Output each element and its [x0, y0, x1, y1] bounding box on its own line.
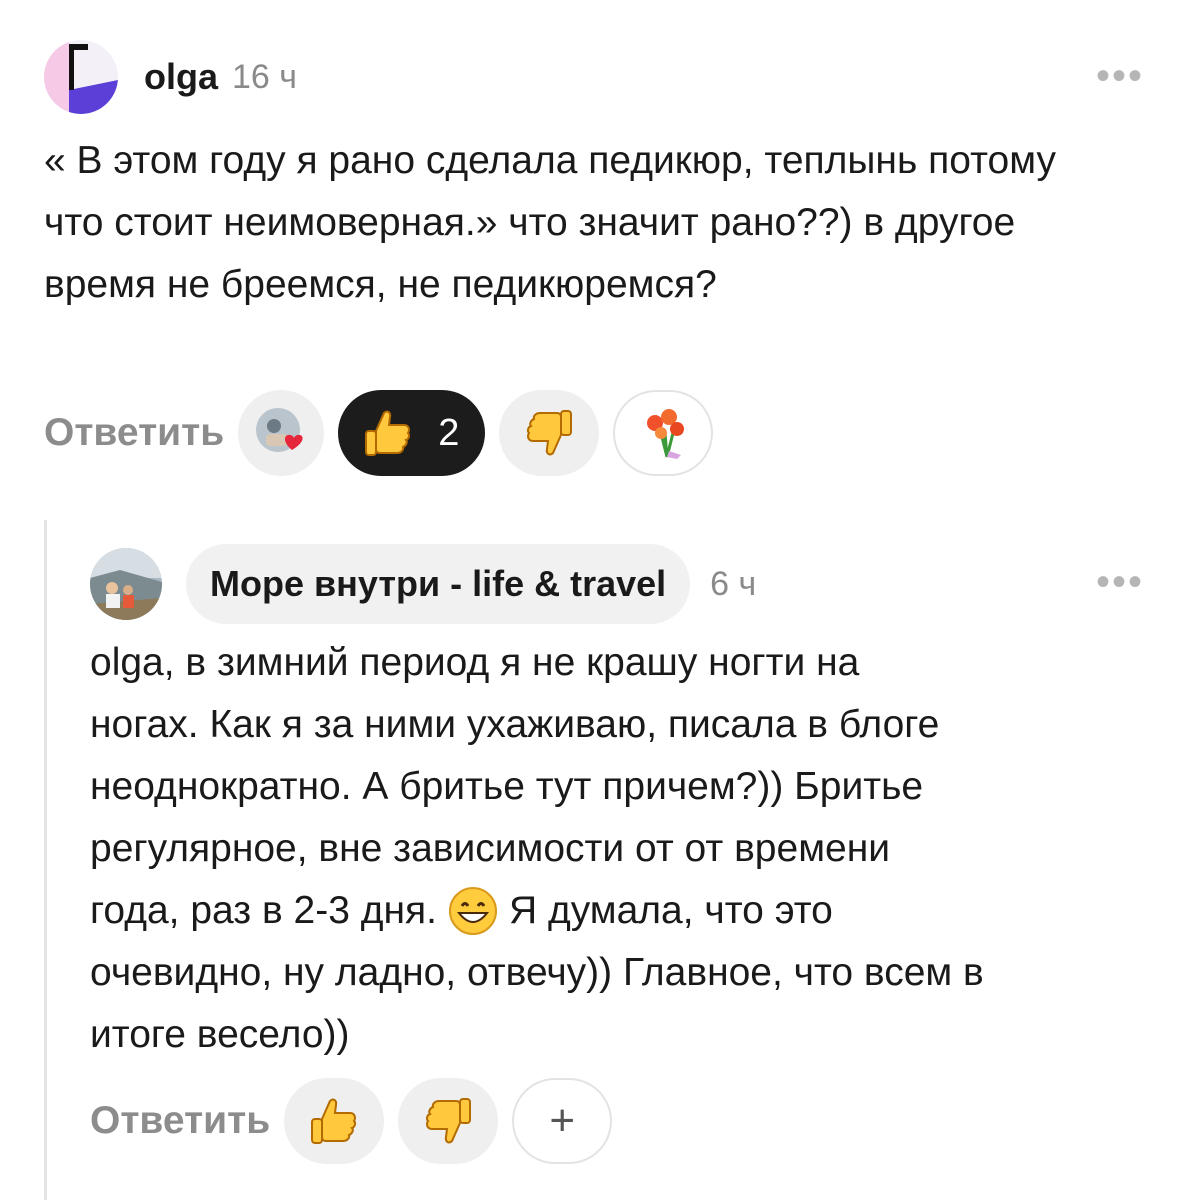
text-line: регулярное, вне зависимости от от времен… — [90, 827, 891, 870]
text-line: olga, в зимний период я не крашу ногти н… — [90, 641, 860, 684]
reaction-thumbs-down[interactable] — [398, 1078, 499, 1164]
grinning-face-icon — [448, 887, 497, 935]
more-options-button[interactable]: ••• — [1096, 56, 1144, 96]
comment-header: olga 16 ч — [44, 40, 297, 114]
text-segment: Я думала, что это — [508, 889, 833, 932]
reaction-thumbs-up-active[interactable]: 2 — [338, 390, 486, 476]
sea-avatar-icon — [90, 548, 162, 620]
olga-avatar-icon — [44, 40, 118, 114]
avatar-heart-reaction-icon — [256, 408, 303, 452]
text-line: итоге весело)) — [90, 1013, 350, 1056]
reaction-thumbs-up[interactable] — [284, 1078, 385, 1164]
comment-olga: olga 16 ч ••• « В этом году я рано сдела… — [0, 0, 1196, 500]
reaction-thumbs-down[interactable] — [499, 390, 600, 476]
flower-bouquet-icon — [647, 409, 685, 459]
thumbs-down-icon — [426, 1098, 472, 1144]
text-line: неоднократно. А бритье тут причем?)) Бри… — [90, 765, 924, 808]
text-line: ногах. Как я за ними ухаживаю, писала в … — [90, 703, 940, 746]
text-line: очевидно, ну ладно, отвечу)) Главное, чт… — [90, 951, 984, 994]
comment-text: olga, в зимний период я не крашу ногти н… — [90, 632, 1170, 1066]
comment-reply: Море внутри - life & travel 6 ч ••• olga… — [0, 500, 1196, 1200]
author-chip[interactable]: Море внутри - life & travel — [186, 544, 691, 624]
comment-time: 16 ч — [232, 57, 297, 96]
thumbs-down-icon — [527, 410, 573, 456]
comment-text: « В этом году я рано сделала педикюр, те… — [44, 139, 1056, 306]
reaction-avatar-heart[interactable] — [238, 390, 325, 476]
comment-actions: Ответить + — [90, 1078, 626, 1164]
reply-button[interactable]: Ответить — [90, 1099, 270, 1143]
reaction-flowers[interactable] — [613, 390, 714, 476]
reply-button[interactable]: Ответить — [44, 411, 224, 455]
thumbs-up-icon — [365, 410, 411, 456]
avatar[interactable] — [44, 40, 118, 114]
add-reaction-button[interactable]: + — [512, 1078, 613, 1164]
author-name[interactable]: olga — [144, 56, 218, 98]
text-segment: года, раз в 2-3 дня. — [90, 889, 437, 932]
author-name[interactable]: Море внутри - life & travel — [210, 563, 666, 605]
avatar[interactable] — [90, 548, 162, 620]
thumbs-up-count: 2 — [438, 411, 460, 454]
comment-time: 6 ч — [710, 564, 757, 603]
plus-icon: + — [549, 1096, 576, 1145]
more-options-button[interactable]: ••• — [1096, 562, 1144, 602]
comment-header: Море внутри - life & travel 6 ч — [90, 544, 756, 624]
text-line: года, раз в 2-3 дня. Я думала, что это — [90, 880, 1170, 942]
comment-actions: Ответить 2 — [44, 390, 727, 476]
thumbs-up-icon — [311, 1098, 357, 1144]
